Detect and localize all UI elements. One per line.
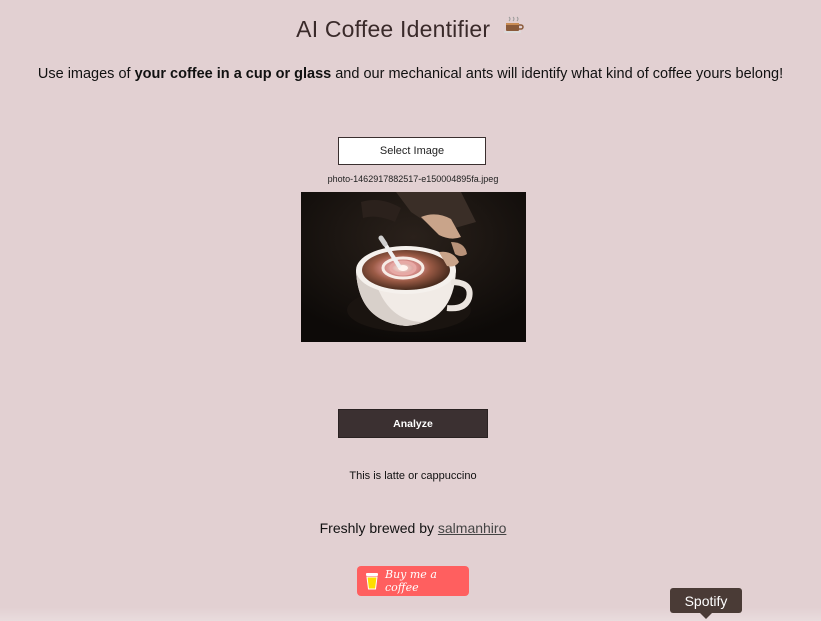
tooltip-text: Spotify — [684, 592, 728, 609]
analyze-label: Analyze — [393, 417, 433, 430]
bmc-label: Buy me a coffee — [385, 568, 437, 594]
result-text: This is latte or cappuccino — [349, 470, 477, 482]
intro-text: Use images of your coffee in a cup or gl… — [0, 66, 821, 82]
intro-prefix: Use images of — [37, 66, 135, 82]
latte-art-photo — [301, 192, 526, 342]
buy-me-a-coffee-button[interactable]: Buy me a coffee — [357, 566, 469, 596]
page: AI Coffee Identifier Use images of your … — [0, 0, 821, 621]
coffee-cup-icon — [365, 572, 379, 590]
coffee-preview-image — [301, 192, 526, 342]
coffee-cup-icon — [503, 15, 525, 42]
select-image-button[interactable]: Select Image — [338, 137, 486, 165]
selected-filename: photo-1462917882517-e150004895fa.jpeg — [327, 174, 499, 184]
intro-suffix: and our mechanical ants will identify wh… — [331, 66, 784, 82]
title-text: AI Coffee Identifier — [296, 16, 491, 42]
page-title: AI Coffee Identifier — [0, 16, 821, 44]
spotify-tooltip: Spotify — [670, 588, 742, 619]
analyze-button[interactable]: Analyze — [338, 409, 488, 438]
author-link[interactable]: salmanhiro — [438, 520, 506, 536]
select-image-label: Select Image — [379, 145, 445, 157]
intro-bold: your coffee in a cup or glass — [134, 66, 332, 82]
credit-prefix: Freshly brewed by — [319, 520, 438, 536]
credit-line: Freshly brewed by salmanhiro — [0, 520, 821, 536]
